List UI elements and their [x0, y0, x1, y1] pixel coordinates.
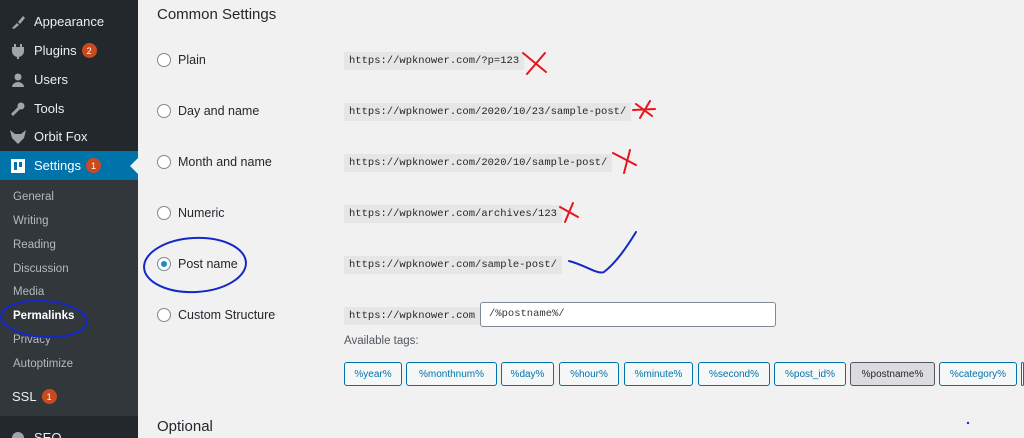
cross-mark-icon	[559, 202, 579, 223]
radio-button[interactable]	[157, 206, 171, 220]
submenu-writing[interactable]: Writing	[13, 215, 49, 227]
fox-icon	[9, 128, 27, 146]
option-label: Numeric	[178, 206, 225, 220]
option-label: Day and name	[178, 104, 260, 118]
settings-submenu: General Writing Reading Discussion Media…	[0, 180, 138, 416]
example-url: https://wpknower.com/2020/10/sample-post…	[344, 154, 613, 172]
menu-plugins[interactable]: Plugins 2	[0, 36, 138, 65]
menu-appearance[interactable]: Appearance	[0, 7, 138, 36]
radio-button[interactable]	[157, 308, 171, 322]
menu-label: SEO	[34, 430, 62, 438]
option-day-and-name[interactable]: Day and name	[157, 104, 259, 118]
tag-button-year[interactable]: %year%	[344, 362, 402, 386]
option-label: Plain	[178, 53, 206, 67]
submenu-permalinks[interactable]: Permalinks	[13, 310, 74, 322]
option-label: Post name	[178, 257, 238, 271]
tag-button-postname[interactable]: %postname%	[850, 362, 935, 386]
menu-tools[interactable]: Tools	[0, 94, 138, 123]
option-custom-structure[interactable]: Custom Structure	[157, 308, 275, 322]
active-indicator	[130, 158, 138, 174]
tag-button-category[interactable]: %category%	[939, 362, 1017, 386]
menu-label: Settings	[34, 158, 81, 173]
example-url: https://wpknower.com/archives/123	[344, 205, 562, 223]
settings-icon	[9, 157, 27, 175]
checkmark-icon	[568, 231, 637, 274]
tag-button-minute[interactable]: %minute%	[624, 362, 693, 386]
available-tags-label: Available tags:	[344, 335, 419, 347]
menu-label: Users	[34, 72, 68, 87]
common-settings-heading: Common Settings	[157, 6, 277, 23]
update-count-badge: 2	[81, 43, 97, 58]
seo-icon	[9, 429, 27, 438]
settings-count-badge: 1	[85, 158, 101, 173]
example-url: https://wpknower.com/sample-post/	[344, 256, 562, 274]
custom-structure-input[interactable]: /%postname%/	[480, 302, 776, 327]
radio-button[interactable]	[157, 155, 171, 169]
wrench-icon	[9, 100, 27, 118]
radio-button[interactable]	[157, 53, 171, 67]
submenu-reading[interactable]: Reading	[13, 239, 56, 251]
menu-orbit-fox[interactable]: Orbit Fox	[0, 122, 138, 151]
user-icon	[9, 71, 27, 89]
example-url: https://wpknower.com	[344, 307, 481, 325]
paintbrush-icon	[9, 13, 27, 31]
option-plain[interactable]: Plain	[157, 53, 206, 67]
radio-button[interactable]	[157, 104, 171, 118]
submenu-general[interactable]: General	[13, 191, 54, 203]
menu-ssl[interactable]: SSL 1	[0, 382, 138, 411]
option-label: Month and name	[178, 155, 272, 169]
example-url: https://wpknower.com/?p=123	[344, 52, 525, 70]
cross-mark-icon	[632, 100, 656, 119]
plug-icon	[9, 42, 27, 60]
menu-label: SSL	[12, 389, 37, 404]
radio-button-checked[interactable]	[157, 257, 171, 271]
menu-label: Orbit Fox	[34, 129, 88, 144]
option-label: Custom Structure	[178, 308, 276, 322]
menu-label: Tools	[34, 101, 65, 116]
option-post-name[interactable]: Post name	[157, 257, 238, 271]
submenu-discussion[interactable]: Discussion	[13, 263, 69, 275]
menu-label: Plugins	[34, 43, 77, 58]
option-month-and-name[interactable]: Month and name	[157, 155, 272, 169]
tag-button-hour[interactable]: %hour%	[559, 362, 619, 386]
menu-users[interactable]: Users	[0, 65, 138, 94]
tag-button-monthnum[interactable]: %monthnum%	[406, 362, 497, 386]
tag-button-day[interactable]: %day%	[501, 362, 554, 386]
submenu-privacy[interactable]: Privacy	[13, 334, 51, 346]
menu-seo[interactable]: SEO	[0, 423, 138, 438]
cross-mark-icon	[522, 52, 547, 75]
optional-heading: Optional	[157, 418, 213, 435]
menu-settings[interactable]: Settings 1	[0, 151, 138, 180]
option-numeric[interactable]: Numeric	[157, 206, 225, 220]
ssl-count-badge: 1	[41, 389, 57, 404]
annotation-dot	[966, 421, 970, 425]
admin-sidebar: Appearance Plugins 2 Users Tools Orbit F…	[0, 0, 138, 438]
submenu-media[interactable]: Media	[13, 286, 44, 298]
submenu-autoptimize[interactable]: Autoptimize	[13, 358, 73, 370]
cross-mark-icon	[612, 149, 637, 174]
example-url: https://wpknower.com/2020/10/23/sample-p…	[344, 103, 632, 121]
tag-button-second[interactable]: %second%	[698, 362, 770, 386]
menu-label: Appearance	[34, 14, 105, 29]
tag-button-post-id[interactable]: %post_id%	[774, 362, 846, 386]
